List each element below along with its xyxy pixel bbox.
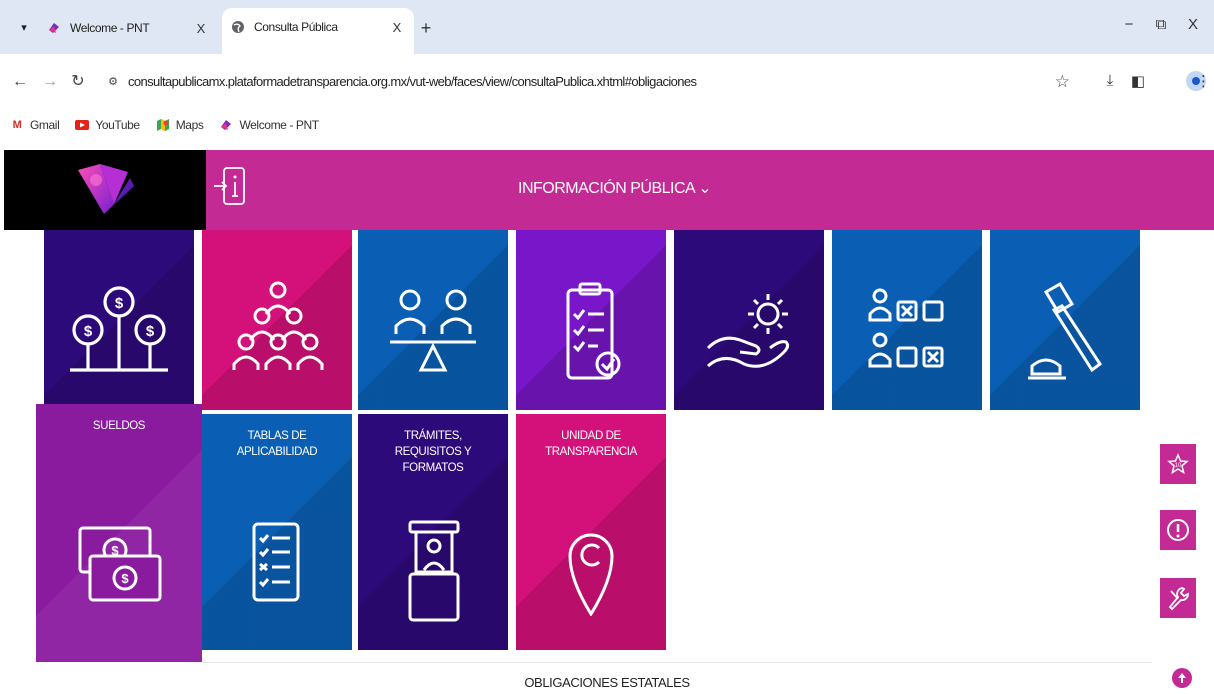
svg-text:$: $ (111, 543, 119, 558)
tile-label: UNIDAD DE TRANSPARENCIA (545, 430, 637, 458)
address-bar[interactable]: ⚙ consultapublicamx.plataformadetranspar… (100, 64, 1080, 100)
svg-text:$: $ (146, 323, 155, 340)
tile-label: TABLAS DE APLICABILIDAD (236, 430, 318, 458)
close-window-button[interactable]: X (1182, 16, 1204, 33)
bookmark-label: YouTube (95, 118, 140, 132)
tile-people-group[interactable] (202, 230, 352, 410)
tile-label: SUELDOS (92, 420, 146, 432)
tab-consulta-publica[interactable]: Consulta Pública X (222, 8, 414, 54)
minimize-button[interactable]: − (1118, 16, 1140, 33)
tab-close-icon[interactable]: X (386, 20, 408, 35)
banknotes-icon: $$ (78, 526, 162, 602)
obligaciones-estatales-title[interactable]: OBLIGACIONES ESTATALES (0, 675, 1214, 690)
alert-button[interactable] (1160, 510, 1196, 550)
balance-people-icon (390, 289, 476, 372)
browser-toolbar: ← → ↻ ⚙ consultapublicamx.plataformadetr… (0, 54, 1214, 110)
section-divider (202, 662, 1152, 663)
tile-tramites[interactable]: TRÁMITES, REQUISITOS Y FORMATOS (358, 414, 508, 650)
tile-balance[interactable] (358, 230, 508, 410)
bookmark-maps[interactable]: Maps (156, 118, 204, 132)
bookmark-star-icon[interactable]: ☆ (1055, 72, 1070, 92)
kiosk-person-icon (408, 520, 460, 622)
bookmarks-bar: M Gmail YouTube Maps Welcome - PNT (0, 110, 1214, 140)
logo-mark-icon (78, 164, 134, 214)
tab-search-chevron-icon[interactable]: ▾ (12, 16, 36, 40)
svg-text:$: $ (115, 295, 124, 312)
restore-button[interactable]: ⧉ (1150, 16, 1172, 33)
menu-kebab-icon[interactable]: ⋮ (1196, 72, 1211, 90)
browser-tab-strip: ▾ Welcome - PNT X Consulta Pública X + −… (0, 0, 1214, 54)
url-text: consultapublicamx.plataformadetransparen… (128, 74, 697, 89)
checklist-clipboard-icon (566, 282, 621, 380)
tile-hand-gear[interactable] (674, 230, 824, 410)
bookmark-label: Maps (175, 118, 204, 132)
svg-text:$: $ (121, 571, 129, 586)
new-tab-button[interactable]: + (416, 18, 436, 38)
hand-gear-icon (706, 294, 790, 368)
tile-sueldos-trees[interactable]: $ $ $ (44, 230, 194, 410)
tile-label: TRÁMITES, REQUISITOS Y FORMATOS (394, 430, 472, 474)
login-info-icon[interactable] (212, 166, 248, 206)
forward-icon[interactable]: → (40, 72, 60, 92)
maps-icon (156, 118, 170, 132)
bookmark-label: Welcome - PNT (239, 118, 319, 132)
bookmark-gmail[interactable]: M Gmail (10, 118, 60, 132)
youtube-icon (75, 118, 90, 132)
informacion-publica-menu[interactable]: INFORMACIÓN PÚBLICA ⌄ (518, 178, 712, 198)
top10-button[interactable]: 10 (1160, 444, 1196, 484)
tools-icon (1168, 587, 1189, 611)
tools-button[interactable] (1160, 578, 1196, 618)
tab-title: Consulta Pública (254, 20, 338, 34)
menu-label: INFORMACIÓN PÚBLICA (518, 180, 695, 197)
people-group-icon (232, 281, 324, 370)
back-icon[interactable]: ← (10, 72, 30, 92)
site-info-icon[interactable]: ⚙ (104, 73, 122, 91)
pnt-favicon-icon (46, 20, 62, 36)
svg-text:$: $ (84, 323, 93, 340)
checklist-paper-icon (252, 522, 300, 602)
gavel-icon (1028, 282, 1103, 380)
svg-text:10: 10 (1175, 463, 1182, 469)
location-pin-icon (568, 533, 614, 616)
people-checkboxes-icon (868, 288, 944, 368)
tile-checklist[interactable] (516, 230, 666, 410)
site-logo[interactable] (4, 150, 206, 230)
tile-unidad-transparencia[interactable]: UNIDAD DE TRANSPARENCIA (516, 414, 666, 650)
globe-favicon-icon (230, 19, 246, 35)
bookmark-welcome-pnt[interactable]: Welcome - PNT (219, 118, 319, 132)
reload-icon[interactable]: ↻ (68, 72, 88, 92)
chevron-down-icon: ⌄ (698, 180, 712, 197)
pnt-icon (219, 118, 233, 132)
download-icon[interactable]: ⤓ (1100, 72, 1120, 89)
bookmark-youtube[interactable]: YouTube (75, 118, 140, 132)
money-trees-icon: $ $ $ (70, 286, 168, 372)
tab-close-icon[interactable]: X (190, 21, 212, 36)
tile-people-checkboxes[interactable] (832, 230, 982, 410)
tile-tablas-aplicabilidad[interactable]: TABLAS DE APLICABILIDAD (202, 414, 352, 650)
side-panel-icon[interactable]: ◧ (1128, 72, 1148, 90)
alert-icon (1167, 519, 1189, 541)
tile-sueldos[interactable]: SUELDOS $ $ (36, 404, 202, 662)
top10-star-icon: 10 (1167, 453, 1189, 475)
bookmark-label: Gmail (30, 118, 60, 132)
site-header: INFORMACIÓN PÚBLICA ⌄ (4, 150, 1214, 230)
tile-gavel[interactable] (990, 230, 1140, 410)
gmail-icon: M (12, 119, 22, 131)
tab-welcome-pnt[interactable]: Welcome - PNT X (38, 10, 218, 46)
tab-title: Welcome - PNT (70, 21, 150, 35)
